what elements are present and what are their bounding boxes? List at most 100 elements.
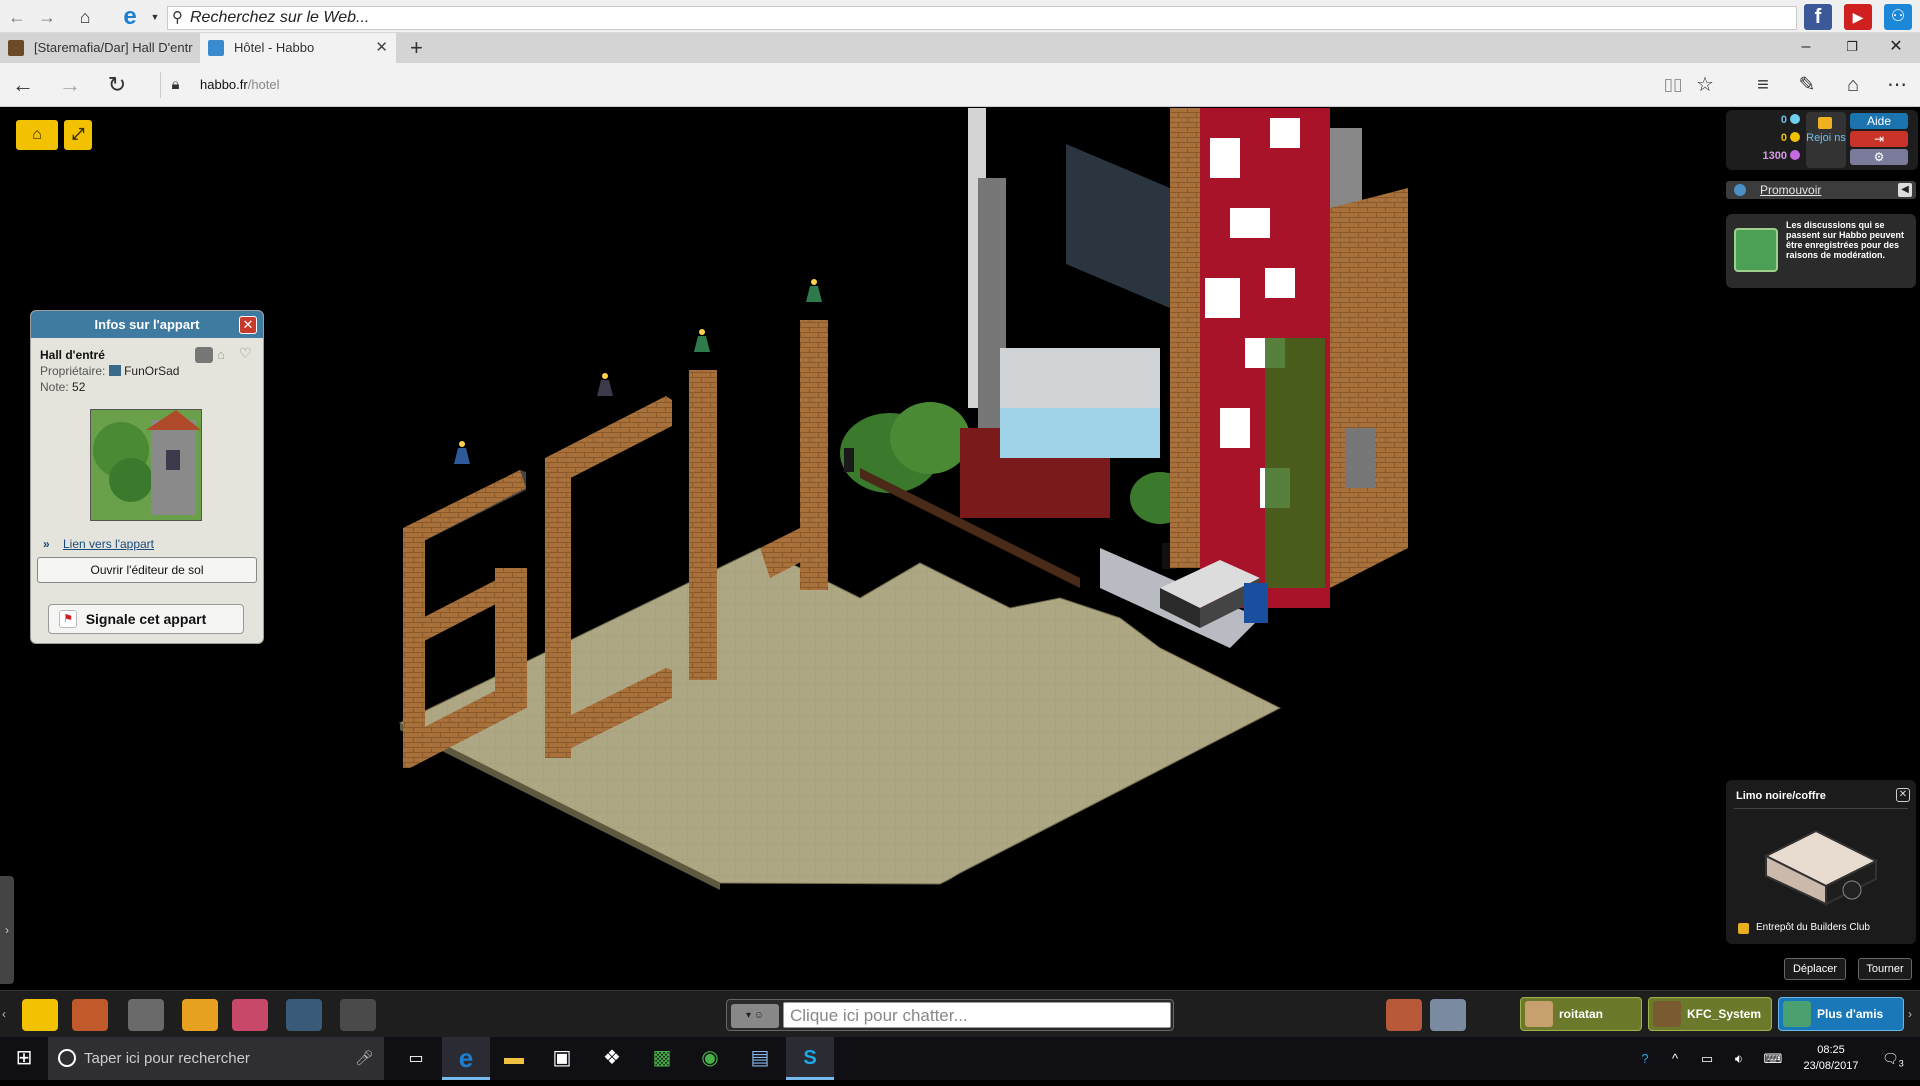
network-icon[interactable]: ▭ xyxy=(1694,1037,1720,1080)
taskbar-search[interactable]: Taper ici pour rechercher 🎤︎ xyxy=(48,1037,384,1080)
friends-search-icon[interactable] xyxy=(1430,999,1466,1031)
app-green-icon[interactable]: ▩ xyxy=(638,1037,686,1080)
refresh-icon[interactable]: ↻ xyxy=(102,72,132,98)
brick-letter-s[interactable] xyxy=(403,470,527,798)
chat-style-selector-icon[interactable]: ▾ ☺ xyxy=(731,1004,779,1028)
furni-title: Limo noire/coffre xyxy=(1736,790,1826,802)
friends-request-icon[interactable] xyxy=(1386,999,1422,1031)
chat-input[interactable]: Clique ici pour chatter... xyxy=(783,1002,1171,1028)
report-room-button[interactable]: ⚑ Signale cet appart xyxy=(48,604,244,634)
tray-expand-icon[interactable]: ^ xyxy=(1662,1037,1688,1080)
taskbar-clock[interactable]: 08:25 23/08/2017 xyxy=(1790,1042,1872,1074)
shop-cart-icon[interactable] xyxy=(128,999,164,1031)
favorite-heart-icon[interactable]: ♡ xyxy=(239,345,252,362)
room-info-close-icon[interactable]: ✕ xyxy=(239,316,257,334)
notification-center-icon[interactable]: 🗨︎3 xyxy=(1876,1037,1910,1080)
tab-close-icon[interactable]: ✕ xyxy=(375,33,388,63)
window-close-icon[interactable]: ✕ xyxy=(1876,33,1916,61)
share-icon[interactable]: ⌂ xyxy=(1838,72,1868,98)
volume-icon[interactable]: 🔉︎ xyxy=(1726,1037,1752,1080)
promote-room-button[interactable]: Promouvoir ◀ xyxy=(1726,181,1916,199)
collapse-arrow-icon[interactable]: ◀ xyxy=(1898,183,1912,197)
ie-forward-icon[interactable]: → xyxy=(36,6,58,28)
forward-icon[interactable]: → xyxy=(55,72,85,98)
ie-home-icon[interactable]: ⌂ xyxy=(74,6,96,28)
friend-avatar xyxy=(1653,1001,1681,1027)
toolbar-collapse-icon[interactable]: ‹ xyxy=(2,1007,6,1021)
more-friends-button[interactable]: Plus d'amis xyxy=(1778,997,1904,1031)
join-club-button[interactable]: Rejoi ns xyxy=(1806,112,1846,168)
edge-browser-icon[interactable]: e xyxy=(442,1037,490,1080)
cortana-icon xyxy=(58,1049,76,1067)
games-icon[interactable] xyxy=(72,999,108,1031)
file-explorer-icon[interactable]: ▬ xyxy=(490,1037,538,1080)
minimize-icon[interactable]: – xyxy=(1786,33,1826,61)
furni-close-icon[interactable]: ✕ xyxy=(1896,788,1910,802)
room-scene[interactable] xyxy=(0,108,1920,990)
hub-icon[interactable]: ≡ xyxy=(1748,72,1778,98)
task-view-icon[interactable]: ▭ xyxy=(392,1037,440,1080)
room-link[interactable]: Lien vers l'appart xyxy=(63,537,154,551)
moderation-notice: Les discussions qui se passent sur Habbo… xyxy=(1726,214,1916,288)
reading-view-icon[interactable]: ▯▯ xyxy=(1658,72,1688,98)
facebook-icon[interactable]: f xyxy=(1804,4,1832,30)
owner-name[interactable]: FunOrSad xyxy=(124,364,179,378)
new-tab-icon[interactable]: + xyxy=(400,33,436,63)
habbo-toolbar: ‹ ▾ ☺ Clique ici pour chatter... roitata… xyxy=(0,990,1920,1037)
help-button[interactable]: Aide xyxy=(1850,113,1908,129)
store-icon[interactable]: ▣ xyxy=(538,1037,586,1080)
furni-owner: Entrepôt du Builders Club xyxy=(1756,922,1870,933)
help-tray-icon[interactable]: ? xyxy=(1630,1037,1660,1080)
friend-kfc-system[interactable]: KFC_System xyxy=(1648,997,1772,1031)
tab-habbo[interactable]: Hôtel - Habbo ✕ xyxy=(200,33,396,63)
favorite-star-icon[interactable]: ☆ xyxy=(1690,72,1720,98)
microphone-icon[interactable]: 🎤︎ xyxy=(355,1037,374,1080)
ie-logo-icon[interactable]: e xyxy=(112,5,148,29)
brick-letter-u[interactable] xyxy=(760,320,828,590)
notepad-icon[interactable]: ▤ xyxy=(736,1037,784,1080)
back-icon[interactable]: ← xyxy=(8,72,38,98)
move-furni-button[interactable]: Déplacer xyxy=(1784,958,1846,980)
floor-editor-button[interactable]: Ouvrir l'éditeur de sol xyxy=(37,557,257,583)
url-field[interactable]: habbo.fr/hotel xyxy=(200,77,280,92)
web-note-icon[interactable]: ✎ xyxy=(1792,72,1822,98)
rotate-furni-button[interactable]: Tourner xyxy=(1858,958,1912,980)
builders-club-helmet-icon[interactable] xyxy=(182,999,218,1031)
settings-gear-icon[interactable]: ⚙ xyxy=(1850,149,1908,165)
game-icon[interactable]: ⚇ xyxy=(1884,4,1912,30)
avatar-1[interactable] xyxy=(844,448,854,472)
logout-icon[interactable]: ⇥ xyxy=(1850,131,1908,147)
navigator-icon[interactable] xyxy=(22,999,58,1031)
camera-icon[interactable] xyxy=(340,999,376,1031)
tab-strip: [Staremafia/Dar] Hall D'entr Hôtel - Hab… xyxy=(0,33,1920,63)
diamonds-counter: 0 xyxy=(1736,114,1800,126)
brick-letter-c[interactable] xyxy=(545,396,672,758)
tripadvisor-icon[interactable]: ◉ xyxy=(686,1037,734,1080)
habbo-game-viewport[interactable]: ⌂ ⤢ Infos sur l'appart ✕ Hall d'entré ⌂ … xyxy=(0,108,1920,990)
restore-icon[interactable]: ❐ xyxy=(1832,33,1872,61)
red-white-tower xyxy=(1170,108,1330,608)
ie-search-input[interactable]: ⚲ Recherchez sur le Web... xyxy=(167,6,1797,30)
more-icon[interactable]: ⋯ xyxy=(1882,72,1912,98)
windows-start-icon[interactable]: ⊞ xyxy=(0,1037,48,1080)
fullscreen-icon[interactable]: ⤢ xyxy=(64,120,92,150)
hotel-view-icon[interactable]: ⌂ xyxy=(16,120,58,150)
ie-back-icon[interactable]: ← xyxy=(6,6,28,28)
avatar-profile-icon[interactable] xyxy=(286,999,322,1031)
skype-icon[interactable]: S xyxy=(786,1037,834,1080)
brick-letter-i[interactable] xyxy=(689,370,717,680)
left-expander-icon[interactable]: › xyxy=(0,876,14,984)
room-name: Hall d'entré xyxy=(40,348,105,362)
youtube-icon[interactable]: ▶ xyxy=(1844,4,1872,30)
friends-scroll-icon[interactable]: › xyxy=(1908,1007,1912,1021)
tab-staremafia[interactable]: [Staremafia/Dar] Hall D'entr xyxy=(0,33,200,63)
keyboard-icon[interactable]: ⌨ xyxy=(1760,1037,1786,1080)
credits-counter: 0 xyxy=(1736,132,1800,144)
ie-dropdown-icon[interactable]: ▼ xyxy=(144,6,166,28)
home-icon[interactable]: ⌂ xyxy=(217,347,233,363)
credit-icon xyxy=(1790,132,1800,142)
friend-roitatan[interactable]: roitatan xyxy=(1520,997,1642,1031)
dropbox-icon[interactable]: ❖ xyxy=(588,1037,636,1080)
inventory-icon[interactable] xyxy=(232,999,268,1031)
club-icon xyxy=(1818,117,1832,129)
